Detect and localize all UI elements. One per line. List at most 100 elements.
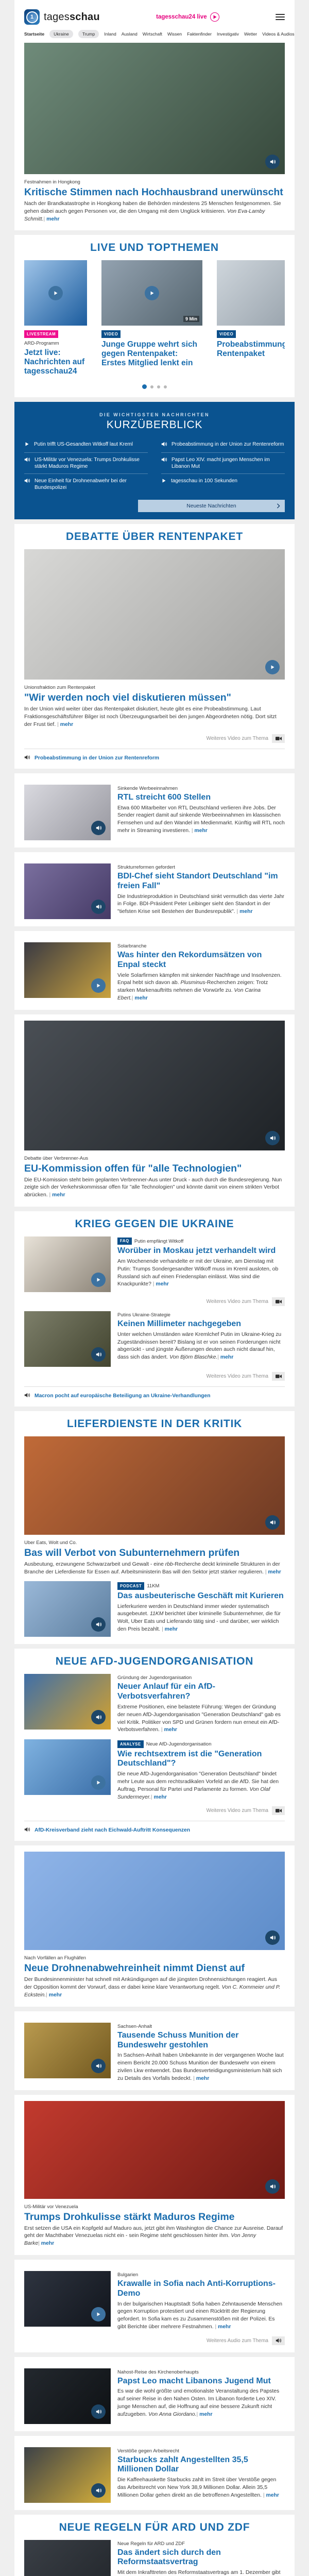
- wolt-kurier-image[interactable]: [24, 1581, 111, 1637]
- kurzueberblick-item[interactable]: tagesschau in 100 Sekunden: [161, 473, 285, 489]
- audio-icon-button[interactable]: [272, 2336, 285, 2345]
- play-button-icon[interactable]: [91, 978, 106, 993]
- audio-button-icon[interactable]: [91, 821, 106, 835]
- carousel-item[interactable]: LIVESTREAMARD-ProgrammJetzt live: Nachri…: [24, 260, 87, 378]
- drohne-am-himmel-image[interactable]: [24, 1852, 285, 1950]
- mehr-link[interactable]: mehr: [194, 828, 207, 834]
- mehr-link[interactable]: mehr: [218, 2324, 231, 2330]
- story-title[interactable]: Tausende Schuss Munition der Bundeswehr …: [117, 2031, 285, 2050]
- maduro-rote-kappe-image[interactable]: [24, 2101, 285, 2199]
- kurzueberblick-label[interactable]: tagesschau in 100 Sekunden: [171, 478, 237, 484]
- blaue-muetzen-hefte-image[interactable]: [24, 1739, 111, 1795]
- video-icon-button[interactable]: [272, 734, 285, 743]
- play-button-icon[interactable]: [91, 1775, 106, 1790]
- carousel-item[interactable]: 9 MinVIDEOJunge Gruppe wehrt sich gegen …: [101, 260, 202, 378]
- nav-item-videos-audios[interactable]: Videos & Audios: [262, 31, 294, 37]
- polizei-nacht-sofia-image[interactable]: [24, 2271, 111, 2327]
- play-button-icon[interactable]: [48, 286, 63, 300]
- audio-headline-link[interactable]: Macron pocht auf europäische Beteiligung…: [24, 1393, 285, 1399]
- tagesschau24-live-link[interactable]: tagesschau24 live: [156, 12, 219, 22]
- story-title[interactable]: Das ändert sich durch den Reformstaatsve…: [117, 2548, 285, 2568]
- reporter-bundestag-image[interactable]: 9 Min: [101, 260, 202, 326]
- enpal-ausstellung-image[interactable]: [24, 942, 111, 998]
- story-title[interactable]: Neuer Anlauf für ein AfD-Verbotsverfahre…: [117, 1682, 285, 1702]
- audio-button-icon[interactable]: [91, 2483, 106, 2498]
- nav-item-faktenfinder[interactable]: Faktenfinder: [187, 31, 212, 37]
- hongkong-towers-image[interactable]: [24, 43, 285, 174]
- kurzueberblick-label[interactable]: Neue Einheit für Drohnenabwehr bei der B…: [35, 478, 148, 491]
- papst-menschenmenge-image[interactable]: [24, 2368, 111, 2424]
- putin-witkoff-handschlag-image[interactable]: [24, 1236, 111, 1292]
- fraktionssaal-image[interactable]: [217, 260, 285, 326]
- carousel-title[interactable]: Jetzt live: Nachrichten auf tagesschau24: [24, 348, 87, 377]
- hamburger-menu-icon[interactable]: [276, 10, 285, 24]
- kurzueberblick-label[interactable]: Probeabstimmung in der Union zur Rentenr…: [171, 441, 284, 448]
- nav-item-ausland[interactable]: Ausland: [122, 31, 138, 37]
- ard-zdf-mikrofone-image[interactable]: [24, 2540, 111, 2576]
- carousel-dots[interactable]: [24, 384, 285, 389]
- audio-headline-link[interactable]: AfD-Kreisverband zieht nach Eichwald-Auf…: [24, 1827, 285, 1834]
- story-title[interactable]: "Wir werden noch viel diskutieren müssen…: [24, 692, 285, 704]
- mehr-link[interactable]: mehr: [196, 2076, 209, 2081]
- kurzueberblick-label[interactable]: Papst Leo XIV. macht jungen Menschen im …: [171, 456, 285, 470]
- nav-item-ukraine[interactable]: Ukraine: [49, 30, 73, 38]
- kurzueberblick-item[interactable]: Neue Einheit für Drohnenabwehr bei der B…: [24, 473, 148, 495]
- audio-button-icon[interactable]: [91, 900, 106, 914]
- video-icon-button[interactable]: [272, 1806, 285, 1815]
- mehr-link[interactable]: mehr: [156, 1281, 168, 1287]
- kurzueberblick-item[interactable]: Papst Leo XIV. macht jungen Menschen im …: [161, 452, 285, 473]
- story-title[interactable]: EU-Kommission offen für "alle Technologi…: [24, 1163, 285, 1175]
- story-title[interactable]: Das ausbeuterische Geschäft mit Kurieren: [117, 1591, 285, 1601]
- mehr-link[interactable]: mehr: [46, 216, 59, 222]
- story-title[interactable]: Neue Drohnenabwehreinheit nimmt Dienst a…: [24, 1962, 285, 1974]
- nav-item-inland[interactable]: Inland: [104, 31, 116, 37]
- mehr-link[interactable]: mehr: [220, 1354, 233, 1360]
- mehr-link[interactable]: mehr: [199, 2412, 212, 2417]
- carousel-dot[interactable]: [157, 385, 160, 388]
- story-title[interactable]: Papst Leo macht Libanons Jugend Mut: [117, 2377, 285, 2386]
- mehr-link[interactable]: mehr: [41, 2241, 54, 2246]
- tagesschau24-globe-image[interactable]: [24, 260, 87, 326]
- section-button[interactable]: Neueste Nachrichten: [138, 500, 285, 512]
- kurzueberblick-item[interactable]: US-Militär vor Venezuela: Trumps Drohkul…: [24, 452, 148, 473]
- story-title[interactable]: Bas will Verbot von Subunternehmern prüf…: [24, 1547, 285, 1559]
- mehr-link[interactable]: mehr: [266, 2493, 279, 2498]
- carousel-dot[interactable]: [142, 384, 147, 389]
- nav-item-wissen[interactable]: Wissen: [167, 31, 182, 37]
- audio-button-icon[interactable]: [91, 1617, 106, 1632]
- nav-item-wetter[interactable]: Wetter: [244, 31, 257, 37]
- cdu-csu-fraktion-schild-image[interactable]: [24, 549, 285, 680]
- bdi-praesident-leibinger-image[interactable]: [24, 863, 111, 919]
- nav-item-trump[interactable]: Trump: [78, 30, 99, 38]
- afd-parteitag-fahnen-image[interactable]: [24, 1674, 111, 1730]
- story-title[interactable]: Wie rechtsextrem ist die "Generation Deu…: [117, 1750, 285, 1769]
- carousel-title[interactable]: Junge Gruppe wehrt sich gegen Rentenpake…: [101, 340, 202, 368]
- mehr-link[interactable]: mehr: [49, 1992, 62, 1998]
- audio-button-icon[interactable]: [91, 1347, 106, 1362]
- story-title[interactable]: RTL streicht 600 Stellen: [117, 793, 285, 803]
- audio-button-icon[interactable]: [265, 1515, 280, 1530]
- mehr-link[interactable]: mehr: [164, 1727, 177, 1733]
- play-button-icon[interactable]: [91, 2307, 106, 2321]
- mehr-link[interactable]: mehr: [239, 909, 252, 914]
- story-title[interactable]: Krawalle in Sofia nach Anti-Korruptions-…: [117, 2279, 285, 2299]
- mehr-link[interactable]: mehr: [52, 1192, 65, 1198]
- story-title[interactable]: Kritische Stimmen nach Hochhausbrand une…: [24, 187, 285, 198]
- mehr-link[interactable]: mehr: [60, 722, 73, 727]
- auspuff-auto-image[interactable]: [24, 1021, 285, 1150]
- story-title[interactable]: Starbucks zahlt Angestellten 35,5 Millio…: [117, 2455, 285, 2475]
- lieferando-kurier-image[interactable]: [24, 1436, 285, 1535]
- audio-button-icon[interactable]: [91, 1710, 106, 1724]
- audio-button-icon[interactable]: [265, 1131, 280, 1145]
- tagesschau-logo[interactable]: 1tagesschau: [24, 9, 100, 25]
- audio-button-icon[interactable]: [91, 2404, 106, 2419]
- audio-button-icon[interactable]: [265, 155, 280, 169]
- carousel-title[interactable]: Probeabstimmung Rentenpaket: [217, 340, 285, 359]
- play-button-icon[interactable]: [145, 286, 159, 300]
- play-button-icon[interactable]: [265, 660, 280, 674]
- audio-headline-link[interactable]: Probeabstimmung in der Union zur Rentenr…: [24, 755, 285, 761]
- carousel-item[interactable]: VIDEOProbeabstimmung Rentenpaket: [217, 260, 285, 378]
- audio-button-icon[interactable]: [265, 1930, 280, 1945]
- audio-button-icon[interactable]: [265, 2179, 280, 2194]
- mehr-link[interactable]: mehr: [268, 1569, 281, 1575]
